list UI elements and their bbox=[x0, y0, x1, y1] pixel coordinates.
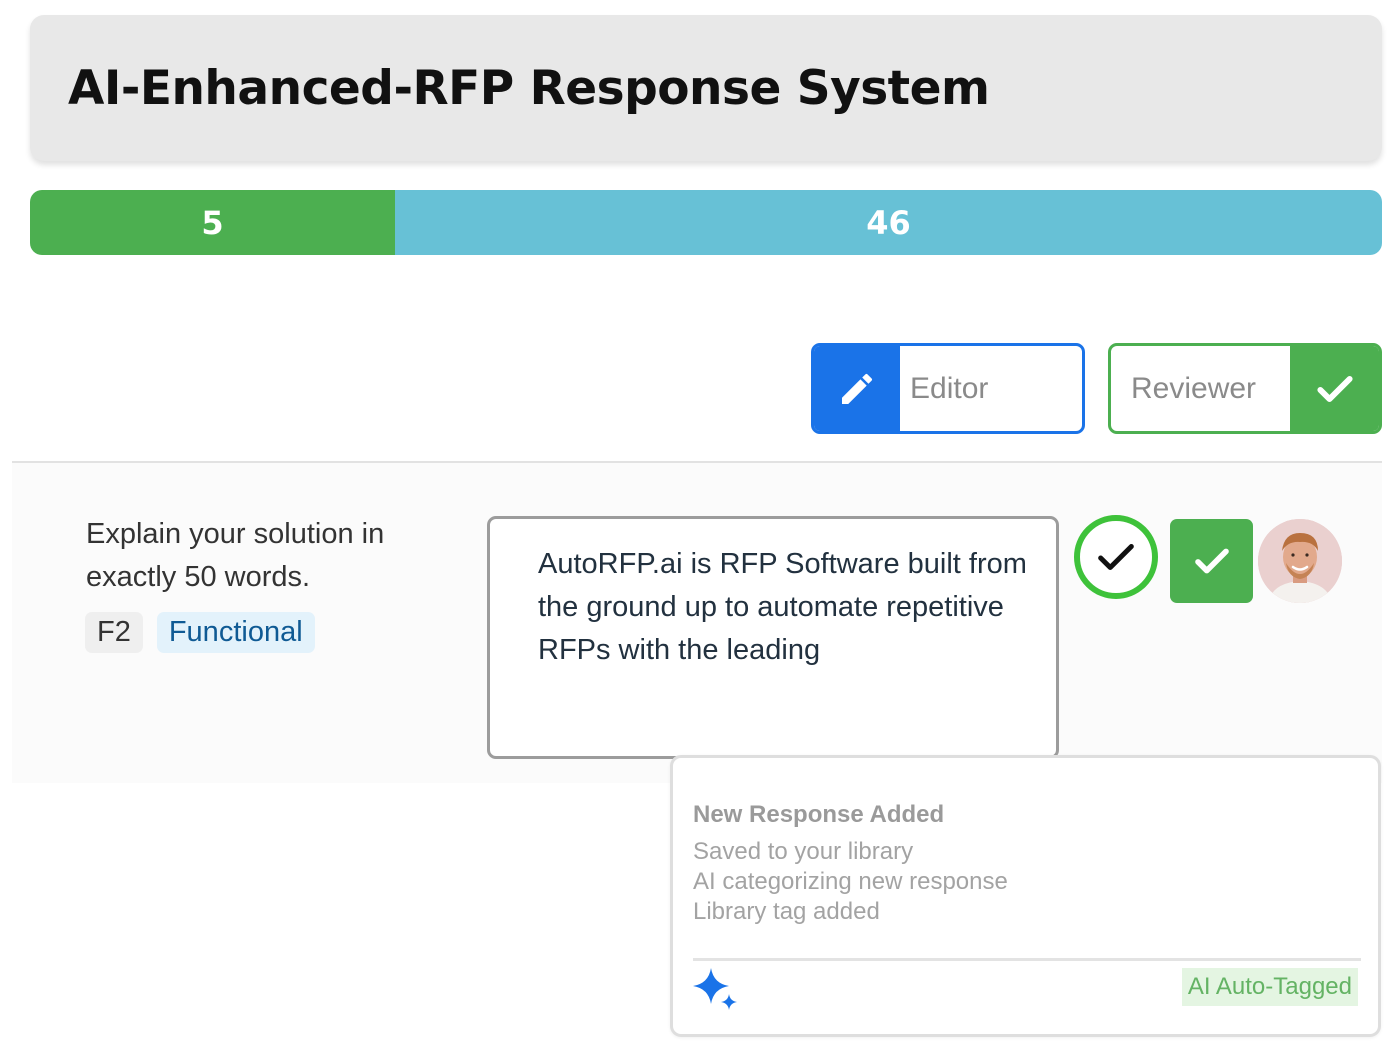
sparkle-icon bbox=[693, 968, 737, 1010]
progress-bar: 5 46 bbox=[30, 190, 1382, 255]
reviewer-role-label: Reviewer bbox=[1131, 371, 1257, 405]
pencil-icon bbox=[814, 346, 900, 431]
question-tags: F2 Functional bbox=[85, 612, 315, 653]
check-icon bbox=[1194, 548, 1229, 574]
ai-tag-badge: AI Auto-Tagged bbox=[1181, 968, 1358, 1006]
notification-lines: Saved to your library AI categorizing ne… bbox=[693, 837, 1008, 927]
notification-line: Library tag added bbox=[693, 898, 880, 925]
notification-title: New Response Added bbox=[693, 801, 945, 828]
editor-role-label: Editor bbox=[910, 371, 989, 405]
question-category-tag: Functional bbox=[156, 612, 315, 653]
notification-line: AI categorizing new response bbox=[693, 868, 1008, 895]
approve-button[interactable] bbox=[1170, 519, 1253, 603]
question-text: Explain your solution in exactly 50 word… bbox=[86, 518, 385, 593]
notification-line: Saved to your library bbox=[693, 838, 914, 865]
progress-remaining-segment: 46 bbox=[395, 190, 1382, 255]
reviewer-avatar bbox=[1258, 519, 1342, 603]
notification-panel: New Response Added Saved to your library… bbox=[670, 755, 1381, 1037]
app-header: AI-Enhanced-RFP Response System bbox=[30, 15, 1382, 161]
check-icon bbox=[1290, 346, 1379, 431]
page-title: AI-Enhanced-RFP Response System bbox=[68, 60, 990, 116]
answer-textbox[interactable]: AutoRFP.ai is RFP Software built from th… bbox=[487, 516, 1059, 759]
reviewer-role-button[interactable]: Reviewer bbox=[1108, 343, 1382, 434]
question-id-tag: F2 bbox=[85, 612, 143, 653]
check-circle-icon bbox=[1074, 515, 1158, 599]
editor-role-button[interactable]: Editor bbox=[811, 343, 1085, 434]
progress-completed-segment: 5 bbox=[30, 190, 396, 255]
progress-remaining-count: 46 bbox=[866, 203, 911, 242]
progress-completed-count: 5 bbox=[201, 203, 224, 242]
notification-divider bbox=[693, 958, 1361, 961]
